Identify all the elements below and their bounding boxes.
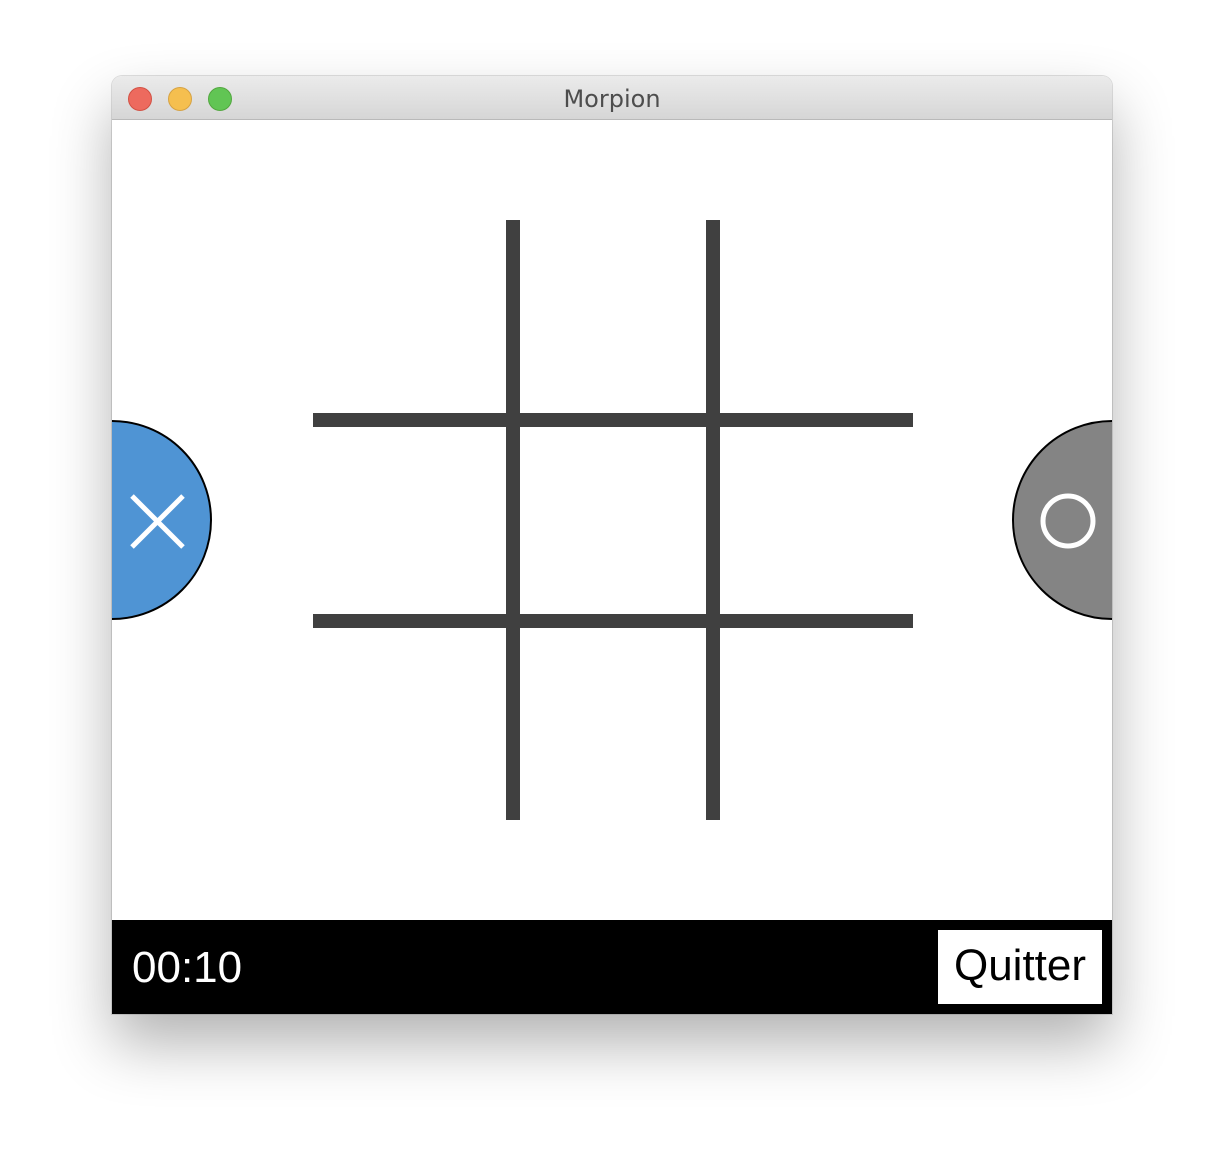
- board-cell-5[interactable]: [520, 427, 706, 614]
- title-bar: Morpion: [112, 76, 1112, 120]
- player-x-badge: [112, 420, 212, 620]
- o-icon: [1040, 493, 1096, 549]
- game-window: Morpion 00:10 Quitter: [112, 76, 1112, 1014]
- board-cell-9[interactable]: [720, 628, 913, 820]
- quit-button[interactable]: Quitter: [938, 930, 1102, 1004]
- board-line-horizontal-2: [313, 614, 913, 628]
- game-timer: 00:10: [132, 943, 243, 992]
- board-line-horizontal-1: [313, 413, 913, 427]
- board-line-vertical-2: [706, 220, 720, 820]
- status-bar: 00:10 Quitter: [112, 920, 1112, 1014]
- board-cell-8[interactable]: [520, 628, 706, 820]
- board-cell-7[interactable]: [313, 628, 506, 820]
- board-cell-6[interactable]: [720, 427, 913, 614]
- board-cell-1[interactable]: [313, 220, 506, 413]
- x-icon: [130, 494, 185, 549]
- game-board: [313, 220, 913, 820]
- board-cell-4[interactable]: [313, 427, 506, 614]
- board-cell-3[interactable]: [720, 220, 913, 413]
- window-title: Morpion: [563, 85, 661, 113]
- board-cell-2[interactable]: [520, 220, 706, 413]
- player-o-badge: [1012, 420, 1112, 620]
- board-line-vertical-1: [506, 220, 520, 820]
- game-area: [112, 120, 1112, 920]
